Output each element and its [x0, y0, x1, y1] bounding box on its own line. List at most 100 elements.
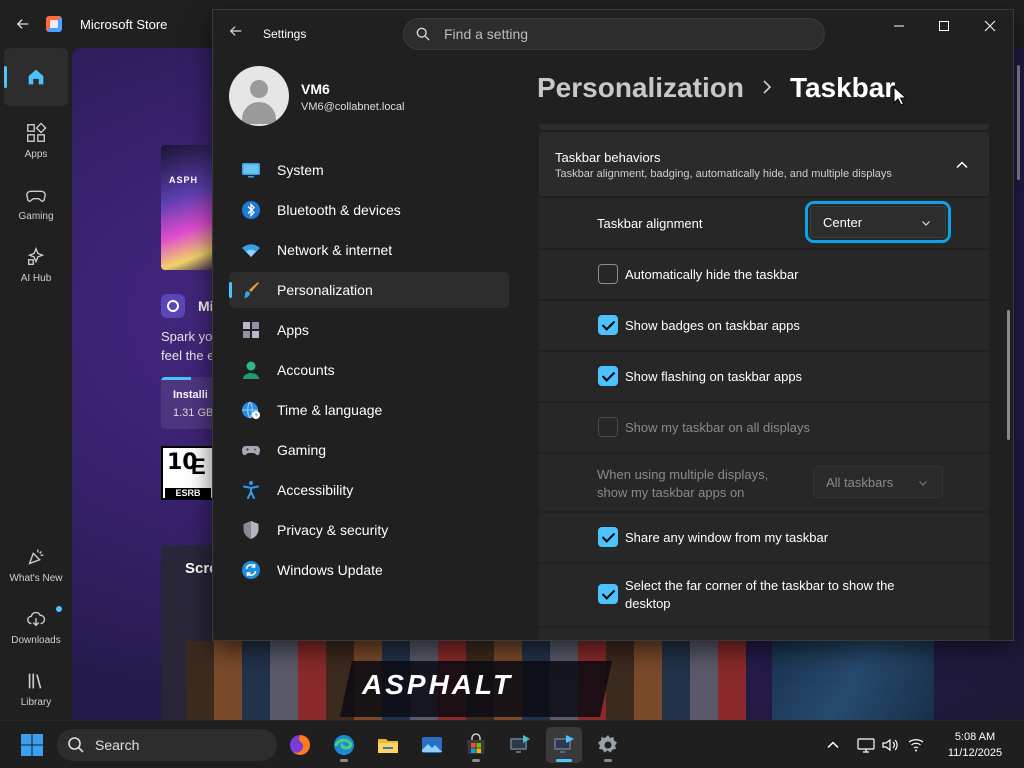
- store-nav-apps-label: Apps: [24, 149, 48, 160]
- network-icon[interactable]: [907, 736, 925, 754]
- show-flashing-checkbox[interactable]: [598, 366, 618, 386]
- brush-icon: [241, 280, 261, 300]
- nav-item-label: Privacy & security: [277, 522, 389, 538]
- store-nav-apps[interactable]: Apps: [4, 114, 68, 168]
- multi-display-apps-label: When using multiple displays, show my ta…: [597, 466, 768, 502]
- previous-card-edge: [539, 124, 989, 130]
- wifi-icon: [241, 240, 261, 260]
- maximize-button[interactable]: [921, 10, 967, 42]
- shield-icon: [241, 520, 261, 540]
- multi-display-apps-value: All taskbars: [826, 474, 894, 490]
- chevron-right-icon: [763, 79, 772, 94]
- install-status-label: Installi: [173, 389, 208, 401]
- remote-connection-icon: [554, 735, 574, 753]
- far-corner-label: Select the far corner of the taskbar to …: [625, 577, 895, 613]
- nav-item-label: Personalization: [277, 282, 373, 298]
- nav-item-time-language[interactable]: Time & language: [229, 392, 509, 428]
- nav-item-network[interactable]: Network & internet: [229, 232, 509, 268]
- settings-window-title: Settings: [263, 27, 307, 41]
- nav-item-gaming[interactable]: Gaming: [229, 432, 509, 468]
- nav-item-accessibility[interactable]: Accessibility: [229, 472, 509, 508]
- library-icon: [28, 673, 42, 689]
- share-window-checkbox[interactable]: [598, 527, 618, 547]
- chevron-down-icon: [919, 481, 927, 486]
- breadcrumb-parent-link[interactable]: Personalization: [537, 72, 744, 104]
- taskbar-behaviors-description: Taskbar alignment, badging, automaticall…: [555, 168, 892, 180]
- start-button[interactable]: [20, 733, 44, 757]
- nav-item-apps[interactable]: Apps: [229, 312, 509, 348]
- multi-display-apps-dropdown: All taskbars: [813, 466, 943, 498]
- show-badges-checkbox[interactable]: [598, 315, 618, 335]
- settings-scrollbar[interactable]: [1007, 310, 1010, 440]
- taskbar-search-box[interactable]: Search: [57, 729, 277, 761]
- nav-item-accounts[interactable]: Accounts: [229, 352, 509, 388]
- taskbar-app-store[interactable]: [458, 727, 494, 763]
- taskbar-app-edge[interactable]: [326, 727, 362, 763]
- chevron-up-icon: [956, 161, 968, 169]
- show-badges-row[interactable]: Show badges on taskbar apps: [539, 301, 989, 350]
- store-back-button[interactable]: [0, 0, 46, 48]
- show-hidden-icons-chevron-icon[interactable]: [826, 738, 840, 752]
- nav-item-personalization[interactable]: Personalization: [229, 272, 509, 308]
- auto-hide-label: Automatically hide the taskbar: [625, 267, 799, 282]
- mouse-cursor-icon: [893, 86, 907, 106]
- file-explorer-icon: [378, 739, 398, 753]
- game-publisher-badge-icon: [161, 294, 185, 318]
- back-arrow-icon: [229, 26, 242, 36]
- far-corner-row[interactable]: Select the far corner of the taskbar to …: [539, 564, 989, 626]
- nav-item-system[interactable]: System: [229, 152, 509, 188]
- store-nav-library-label: Library: [20, 697, 52, 708]
- taskbar-app-file-explorer[interactable]: [370, 727, 406, 763]
- running-indicator: [472, 759, 480, 762]
- system-icon: [241, 160, 261, 180]
- cloud-download-icon: [27, 611, 46, 627]
- taskbar-app-photos[interactable]: [414, 727, 450, 763]
- far-corner-checkbox[interactable]: [598, 584, 618, 604]
- nav-item-label: Accounts: [277, 362, 335, 378]
- game-screenshot-thumbnail[interactable]: [772, 641, 934, 720]
- store-nav-home[interactable]: [4, 48, 68, 106]
- avatar[interactable]: [229, 66, 289, 126]
- taskbar-app-remote-desktop[interactable]: [502, 727, 538, 763]
- page-title: Taskbar: [789, 72, 896, 103]
- settings-back-button[interactable]: [229, 24, 245, 40]
- firefox-icon: [290, 735, 310, 755]
- nav-item-privacy-security[interactable]: Privacy & security: [229, 512, 509, 548]
- store-nav-downloads[interactable]: Downloads: [4, 600, 68, 654]
- game-screenshot-banner[interactable]: ASPHALT: [186, 641, 746, 720]
- show-flashing-label: Show flashing on taskbar apps: [625, 369, 803, 384]
- minimize-button[interactable]: [876, 10, 922, 42]
- show-flashing-row[interactable]: Show flashing on taskbar apps: [539, 352, 989, 401]
- apps-grid-icon: [27, 122, 47, 142]
- settings-icon: [598, 735, 617, 753]
- taskbar-app-settings[interactable]: [590, 727, 626, 763]
- accounts-icon: [241, 360, 261, 380]
- game-cover-label: ASPH: [169, 175, 199, 185]
- running-indicator: [604, 759, 612, 762]
- nav-item-bluetooth[interactable]: Bluetooth & devices: [229, 192, 509, 228]
- close-button[interactable]: [967, 10, 1013, 42]
- auto-hide-row[interactable]: Automatically hide the taskbar: [539, 250, 989, 299]
- share-window-row[interactable]: Share any window from my taskbar: [539, 513, 989, 562]
- chevron-down-icon: [922, 221, 930, 226]
- taskbar-alignment-dropdown[interactable]: Center: [805, 201, 951, 243]
- taskbar-app-firefox[interactable]: [282, 727, 318, 763]
- display-tray-icon[interactable]: [857, 736, 875, 754]
- system-clock[interactable]: 5:08 AM 11/12/2025: [940, 729, 1010, 761]
- nav-item-windows-update[interactable]: Windows Update: [229, 552, 509, 588]
- store-nav-library[interactable]: Library: [4, 662, 68, 716]
- clock-date: 11/12/2025: [947, 747, 1003, 759]
- store-nav-gaming[interactable]: Gaming: [4, 176, 68, 230]
- photos-icon: [422, 737, 442, 753]
- volume-icon[interactable]: [881, 736, 899, 754]
- store-scrollbar[interactable]: [1017, 65, 1020, 180]
- store-nav-whats-new[interactable]: What's New: [4, 538, 68, 592]
- store-nav-ai-hub[interactable]: AI Hub: [4, 238, 68, 292]
- auto-hide-checkbox[interactable]: [598, 264, 618, 284]
- share-window-label: Share any window from my taskbar: [625, 530, 829, 545]
- settings-search-box[interactable]: Find a setting: [403, 18, 825, 50]
- taskbar-behaviors-header[interactable]: Taskbar behaviors Taskbar alignment, bad…: [539, 132, 989, 196]
- update-icon: [241, 560, 261, 580]
- store-logo-icon: [46, 16, 62, 32]
- taskbar-app-remote-connection[interactable]: [546, 727, 582, 763]
